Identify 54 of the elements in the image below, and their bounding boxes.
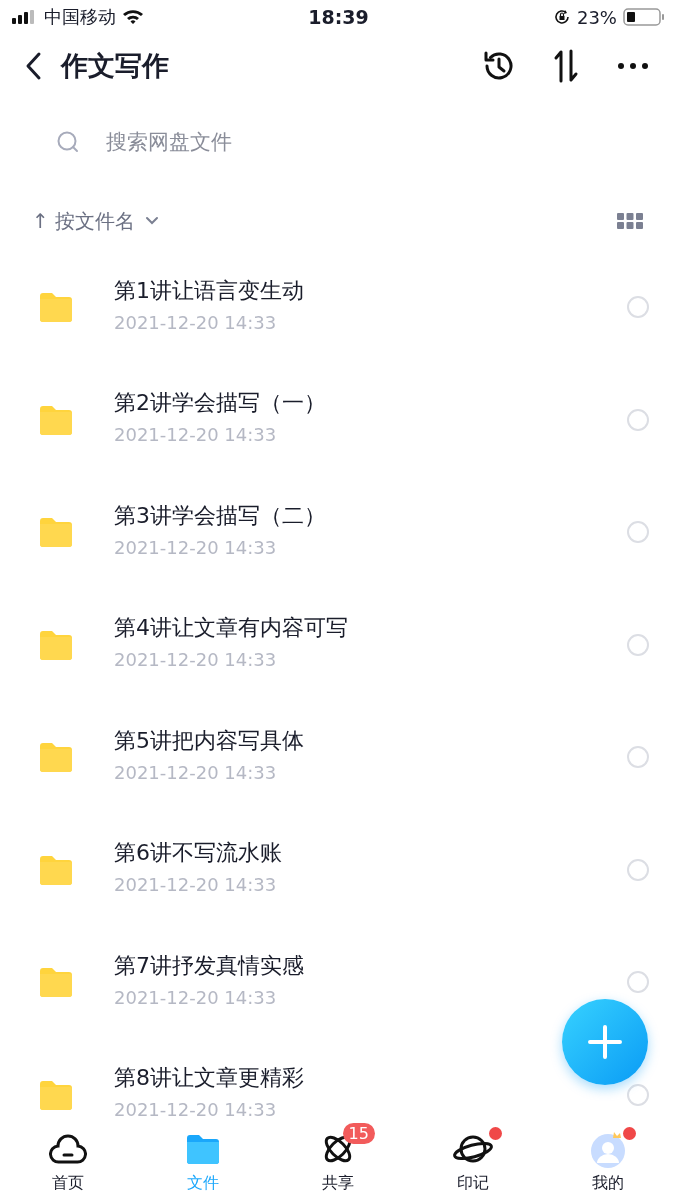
folder-icon — [38, 292, 74, 323]
select-radio[interactable] — [627, 971, 649, 994]
modified-date: 2021-12-20 14:33 — [114, 649, 278, 671]
folder-name: 第6讲不写流水账 — [114, 839, 283, 868]
tab-item[interactable]: 15 共享 — [270, 1126, 405, 1200]
folder-icon — [38, 1079, 74, 1110]
modified-date: 2021-12-20 14:33 — [114, 536, 278, 558]
select-radio[interactable] — [627, 858, 649, 881]
add-button[interactable] — [562, 999, 648, 1085]
modified-date: 2021-12-20 14:33 — [114, 311, 278, 333]
chevron-down-icon — [145, 216, 160, 226]
folder-name: 第1讲让语言变生动 — [114, 276, 305, 305]
select-radio[interactable] — [627, 296, 649, 319]
rotation-lock-icon — [552, 8, 571, 26]
tab-item[interactable]: 印记 — [405, 1126, 540, 1200]
folder-name: 第4讲让文章有内容可写 — [114, 614, 349, 643]
tab-item[interactable]: 我的 — [540, 1126, 675, 1200]
tab-item[interactable]: 首页 — [0, 1126, 135, 1200]
modified-date: 2021-12-20 14:33 — [114, 424, 278, 446]
select-radio[interactable] — [627, 633, 649, 656]
sort-by-name-button[interactable]: ↑ 按文件名 — [32, 207, 136, 235]
cloud-icon — [48, 1133, 87, 1165]
back-icon[interactable] — [24, 51, 42, 81]
folder-name: 第3讲学会描写（二） — [114, 501, 327, 530]
modified-date: 2021-12-20 14:33 — [114, 986, 278, 1008]
folder-name: 第7讲抒发真情实感 — [114, 951, 305, 980]
folder-icon — [38, 629, 74, 660]
modified-date: 2021-12-20 14:33 — [114, 874, 278, 896]
folder-icon — [185, 1134, 220, 1164]
clock-time: 18:39 — [308, 6, 369, 28]
folder-icon — [38, 854, 74, 885]
plus-icon — [587, 1024, 623, 1060]
battery-percent: 23% — [576, 6, 617, 28]
folder-name: 第5讲把内容写具体 — [114, 726, 305, 755]
battery-icon — [623, 8, 665, 26]
select-radio[interactable] — [627, 408, 649, 431]
folder-icon — [38, 742, 74, 773]
carrier-name: 中国移动 — [44, 5, 116, 29]
search-field[interactable]: 搜索网盘文件 — [104, 129, 408, 155]
modified-date: 2021-12-20 14:33 — [114, 1099, 278, 1121]
count-badge: 15 — [342, 1123, 375, 1144]
folder-icon — [38, 404, 74, 435]
page-title: 作文写作 — [61, 49, 169, 83]
folder-name: 第2讲学会描写（一） — [114, 389, 327, 418]
folder-icon — [38, 967, 74, 998]
select-radio[interactable] — [627, 1083, 649, 1106]
modified-date: 2021-12-20 14:33 — [114, 761, 278, 783]
folder-name: 第8讲让文章更精彩 — [114, 1064, 305, 1093]
select-radio[interactable] — [627, 746, 649, 769]
folder-icon — [38, 517, 74, 548]
grid-view-icon[interactable] — [617, 212, 643, 230]
wifi-icon — [122, 9, 144, 25]
select-radio[interactable] — [627, 521, 649, 544]
search-icon — [56, 130, 80, 154]
